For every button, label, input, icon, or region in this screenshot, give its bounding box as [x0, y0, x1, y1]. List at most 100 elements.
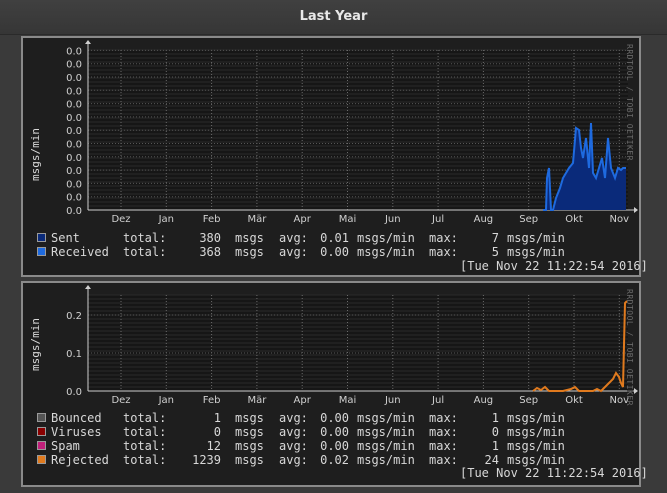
- legend-total: 1239: [192, 453, 221, 467]
- x-tick-label: Jul: [431, 395, 444, 406]
- x-axis-arrow: [634, 388, 638, 394]
- legend-avg-label: avg:: [279, 439, 308, 453]
- x-tick-label: Aug: [474, 214, 494, 225]
- graph-timestamp: [Tue Nov 22 11:22:54 2016]: [460, 259, 648, 273]
- x-tick-label: Mai: [339, 214, 357, 225]
- x-tick-label: Jan: [158, 395, 174, 406]
- legend-unit: msgs: [235, 425, 264, 439]
- x-tick-label: Jan: [158, 214, 174, 225]
- x-tick-label: Dez: [111, 395, 130, 406]
- legend-rate: msgs/min: [357, 245, 415, 259]
- legend-swatch: [37, 441, 46, 450]
- legend-avg: 0.00: [320, 411, 349, 425]
- y-tick-label: 0.2: [66, 311, 82, 322]
- legend-unit: msgs: [235, 439, 264, 453]
- legend-name: Received: [51, 245, 109, 259]
- legend-total: 380: [199, 231, 221, 245]
- legend-total-label: total:: [123, 231, 167, 245]
- legend-rate: msgs/min: [507, 425, 565, 439]
- legend-rate: msgs/min: [507, 231, 565, 245]
- legend-total-label: total:: [123, 411, 167, 425]
- graph-panel-rejected: Dez Jan Feb Mär Apr Mai Jun Jul Aug Sep Okt Nov 0.2 0…: [21, 281, 648, 487]
- legend-rate: msgs/min: [507, 245, 565, 259]
- legend-total: 12: [206, 439, 221, 453]
- x-tick-label: Nov: [610, 214, 630, 225]
- y-tick-label: 0.0: [66, 60, 82, 71]
- y-axis-arrow: [85, 285, 91, 289]
- legend-avg-label: avg:: [279, 245, 308, 259]
- y-tick-label: 0.0: [66, 73, 82, 84]
- legend-max: 1: [491, 411, 499, 425]
- legend-rate: msgs/min: [507, 439, 565, 453]
- legend-rate: msgs/min: [357, 439, 415, 453]
- y-tick-label: 0.0: [66, 206, 82, 217]
- legend-rate: msgs/min: [357, 453, 415, 467]
- x-tick-label: Aug: [474, 395, 494, 406]
- x-tick-label: Mär: [247, 214, 267, 225]
- y-tick-label: 0.0: [66, 387, 82, 398]
- legend-max-label: max:: [429, 231, 458, 245]
- y-axis-arrow: [85, 40, 91, 44]
- legend-rate: msgs/min: [507, 411, 565, 425]
- rrdtool-credit: RRDTOOL / TOBI OETIKER: [625, 44, 634, 161]
- legend-avg: 0.00: [320, 439, 349, 453]
- legend-unit: msgs: [235, 411, 264, 425]
- legend-name: Rejected: [51, 453, 109, 467]
- x-axis-arrow: [634, 207, 638, 213]
- rrdtool-credit: RRDTOOL / TOBI OETIKER: [625, 289, 634, 406]
- x-tick-label: Okt: [565, 395, 583, 406]
- y-tick-label: 0.0: [66, 86, 82, 97]
- legend-name: Spam: [51, 439, 80, 453]
- legend-max-label: max:: [429, 425, 458, 439]
- x-tick-label: Feb: [203, 214, 221, 225]
- page-title: Last Year: [299, 9, 368, 24]
- legend-rate: msgs/min: [357, 231, 415, 245]
- y-tick-label: 0.0: [66, 46, 82, 57]
- legend-avg: 0.02: [320, 453, 349, 467]
- y-tick-label: 0.0: [66, 113, 82, 124]
- legend-total-label: total:: [123, 453, 167, 467]
- x-tick-label: Jul: [431, 214, 444, 225]
- legend-avg-label: avg:: [279, 425, 308, 439]
- legend-total: 1: [213, 411, 221, 425]
- y-tick-label: 0.1: [66, 349, 82, 360]
- x-tick-label: Dez: [111, 214, 130, 225]
- y-tick-label: 0.0: [66, 126, 82, 137]
- legend-max: 0: [491, 425, 499, 439]
- x-tick-label: Okt: [565, 214, 583, 225]
- legend-avg: 0.01: [320, 231, 349, 245]
- legend-unit: msgs: [235, 231, 264, 245]
- legend-total: 368: [199, 245, 221, 259]
- legend-max-label: max:: [429, 439, 458, 453]
- graph-panel-sent-received: Dez Jan Feb Mär Apr Mai Jun Jul Aug Sep Okt Nov 0.0 0…: [21, 36, 648, 277]
- y-tick-label: 0.0: [66, 100, 82, 111]
- legend-avg-label: avg:: [279, 411, 308, 425]
- y-tick-label: 0.0: [66, 153, 82, 164]
- legend-swatch: [37, 247, 46, 256]
- y-tick-label: 0.0: [66, 140, 82, 151]
- x-tick-label: Mär: [247, 395, 267, 406]
- legend-swatch: [37, 233, 46, 242]
- legend-name: Sent: [51, 231, 80, 245]
- legend-max-label: max:: [429, 245, 458, 259]
- legend-unit: msgs: [235, 245, 264, 259]
- legend-total: 0: [213, 425, 221, 439]
- legend-unit: msgs: [235, 453, 264, 467]
- legend-avg: 0.00: [320, 245, 349, 259]
- y-tick-label: 0.0: [66, 179, 82, 190]
- legend-name: Viruses: [51, 425, 102, 439]
- legend-max: 24: [484, 453, 499, 467]
- legend-swatch: [37, 455, 46, 464]
- legend-rate: msgs/min: [507, 453, 565, 467]
- legend-max-label: max:: [429, 453, 458, 467]
- legend-max: 7: [491, 231, 499, 245]
- y-axis-label: msgs/min: [28, 128, 42, 181]
- legend-total-label: total:: [123, 425, 167, 439]
- x-tick-label: Apr: [294, 214, 312, 225]
- legend-max: 1: [491, 439, 499, 453]
- legend-max-label: max:: [429, 411, 458, 425]
- page-header: Last Year: [0, 0, 667, 35]
- x-tick-label: Mai: [339, 395, 357, 406]
- x-tick-label: Jun: [384, 395, 401, 406]
- legend-swatch: [37, 413, 46, 422]
